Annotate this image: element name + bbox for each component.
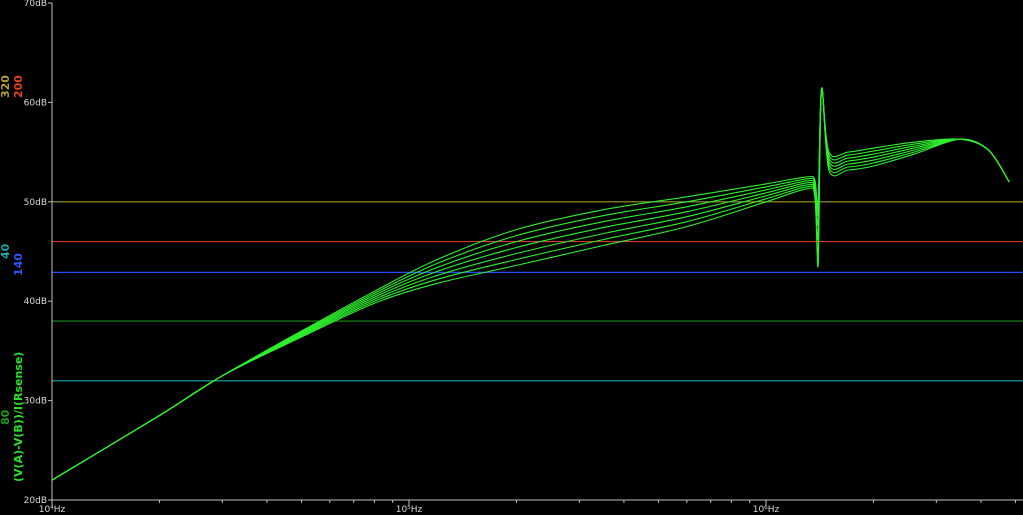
- y-tick-label: 40dB: [24, 297, 47, 307]
- y-tick-label: 60dB: [24, 98, 47, 108]
- y-tick-label: 20dB: [24, 496, 47, 506]
- y-tick-label: 70dB: [24, 0, 47, 9]
- legend-label: 320: [0, 75, 12, 98]
- legend-label: 80: [0, 409, 12, 425]
- x-tick-label: 10⁵Hz: [396, 505, 423, 515]
- legend-label: (V(A)-V(B))/I(Rsense): [12, 352, 25, 482]
- y-tick-label: 50dB: [24, 198, 47, 208]
- x-tick-label: 10⁴Hz: [39, 505, 66, 515]
- legend-label: 140: [12, 253, 25, 276]
- y-tick-label: 30dB: [24, 397, 47, 407]
- bode-plot: 10⁴Hz 10⁵Hz 10⁶Hz 20dB 30dB 40dB 50dB 60dB 70dB…: [0, 0, 1023, 515]
- legend-label: 40: [0, 243, 12, 259]
- legend-label: 200: [12, 75, 25, 98]
- plot-background: [0, 0, 1023, 515]
- x-tick-label: 10⁶Hz: [753, 505, 780, 515]
